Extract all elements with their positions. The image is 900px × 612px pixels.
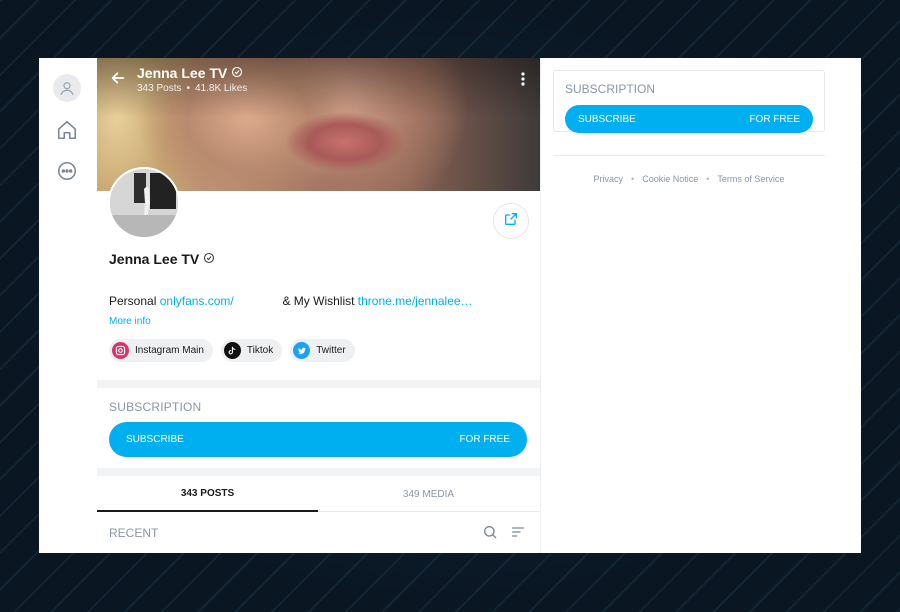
home-icon[interactable]: [53, 116, 81, 144]
social-chip-instagram[interactable]: Instagram Main: [109, 339, 213, 362]
bio-prefix: Personal: [109, 294, 157, 308]
footer-dot: •: [706, 174, 710, 184]
footer-links: Privacy • Cookie Notice • Terms of Servi…: [553, 174, 825, 184]
more-options-icon[interactable]: [53, 157, 81, 185]
kebab-menu-icon[interactable]: [516, 70, 530, 88]
section-divider: [97, 468, 540, 476]
sidebar-subscribe-label: SUBSCRIBE: [578, 113, 636, 125]
cover-title: Jenna Lee TV: [137, 65, 243, 81]
cover-profile-name: Jenna Lee TV: [137, 65, 228, 81]
sidebar-subscription-label: SUBSCRIPTION: [565, 82, 656, 96]
recent-label: RECENT: [109, 526, 159, 540]
tab-posts[interactable]: 343 POSTS: [97, 476, 318, 512]
left-nav: [39, 58, 97, 553]
profile-avatar[interactable]: [108, 167, 180, 239]
verified-icon: [231, 65, 243, 81]
subscribe-button[interactable]: SUBSCRIBE FOR FREE: [109, 422, 527, 457]
likes-count: 41.8K Likes: [195, 83, 248, 94]
sidebar-subscribe-button[interactable]: SUBSCRIBE FOR FREE: [565, 105, 813, 133]
footer-dot: •: [631, 174, 635, 184]
subscription-card: SUBSCRIPTION SUBSCRIBE FOR FREE: [97, 388, 540, 468]
profile-name: Jenna Lee TV: [109, 251, 215, 267]
more-info-link[interactable]: More info: [109, 316, 151, 327]
profile-column: Jenna Lee TV 343 Posts • 41.8K Likes Jen…: [97, 58, 540, 553]
right-sidebar: SUBSCRIPTION SUBSCRIBE FOR FREE Privacy …: [540, 58, 861, 553]
bio-link-throne[interactable]: throne.me/jennalee…: [358, 294, 473, 308]
footer-link-cookie-notice[interactable]: Cookie Notice: [642, 174, 698, 184]
bio-link-onlyfans[interactable]: onlyfans.com/: [160, 294, 234, 308]
verified-badge-icon: [203, 251, 215, 267]
profile-stats: 343 Posts • 41.8K Likes: [137, 83, 247, 94]
sidebar-subscribe-price: FOR FREE: [749, 113, 800, 125]
social-label: Instagram Main: [135, 345, 204, 356]
content-tabs: 343 POSTS 349 MEDIA: [97, 476, 540, 512]
profile-name-text: Jenna Lee TV: [109, 251, 200, 267]
social-chip-tiktok[interactable]: Tiktok: [220, 339, 283, 362]
recent-actions: [482, 524, 526, 545]
user-avatar-icon[interactable]: [53, 74, 81, 102]
social-label: Twitter: [316, 345, 346, 356]
app-window: Jenna Lee TV 343 Posts • 41.8K Likes Jen…: [39, 58, 861, 553]
twitter-icon: [293, 342, 311, 359]
tiktok-icon: [223, 342, 241, 359]
profile-bio: Personal onlyfans.com/ & My Wishlist thr…: [109, 294, 473, 308]
back-arrow-icon[interactable]: [108, 68, 128, 88]
instagram-icon: [112, 342, 129, 359]
footer-link-privacy[interactable]: Privacy: [594, 174, 624, 184]
share-icon: [503, 211, 519, 232]
sidebar-subscription-card: SUBSCRIPTION SUBSCRIBE FOR FREE: [553, 70, 825, 133]
sort-icon[interactable]: [510, 524, 526, 545]
search-icon[interactable]: [482, 524, 498, 545]
social-links: Instagram Main Tiktok Twitter: [109, 339, 355, 362]
social-label: Tiktok: [246, 345, 274, 356]
sidebar-separator: [553, 155, 825, 156]
social-chip-twitter[interactable]: Twitter: [290, 339, 355, 362]
cover-header: Jenna Lee TV 343 Posts • 41.8K Likes: [97, 58, 540, 98]
tab-media[interactable]: 349 MEDIA: [318, 476, 539, 512]
cover-image: Jenna Lee TV 343 Posts • 41.8K Likes: [97, 58, 540, 191]
footer-link-terms[interactable]: Terms of Service: [717, 174, 784, 184]
bio-middle: & My Wishlist: [282, 294, 355, 308]
posts-count: 343 Posts: [137, 83, 182, 94]
recent-row: RECENT: [97, 514, 540, 553]
subscribe-button-label: SUBSCRIBE: [126, 434, 184, 445]
subscribe-button-price: FOR FREE: [459, 434, 510, 445]
section-divider: [97, 380, 540, 388]
stats-separator: •: [186, 83, 190, 94]
share-button[interactable]: [493, 203, 529, 239]
subscription-label: SUBSCRIPTION: [109, 400, 202, 414]
